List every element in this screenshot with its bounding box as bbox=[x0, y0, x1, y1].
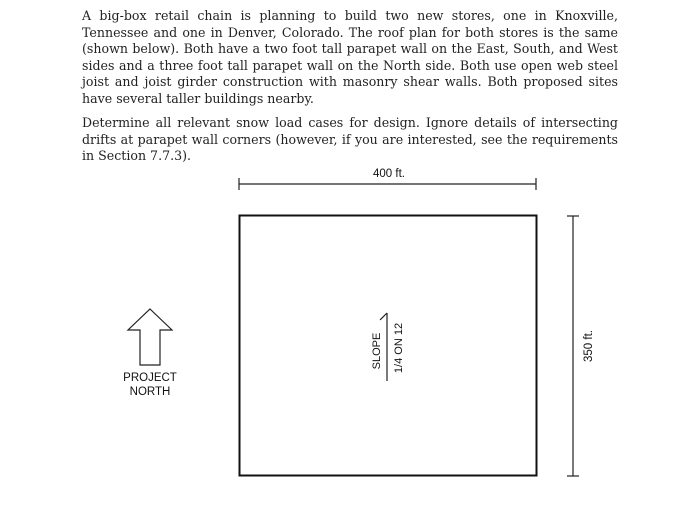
project-north: PROJECT NORTH bbox=[123, 308, 177, 398]
height-dimension-label: 350 ft. bbox=[583, 330, 595, 362]
width-dimension-label: 400 ft. bbox=[373, 168, 405, 180]
slope-label: SLOPE bbox=[371, 333, 383, 370]
slope-value: 1/4 ON 12 bbox=[393, 323, 405, 373]
north-arrow-icon bbox=[126, 308, 174, 366]
north-label-line1: PROJECT bbox=[123, 372, 177, 384]
width-dimension: 400 ft. bbox=[238, 168, 537, 190]
roof-plan-figure: 400 ft. 350 ft. SLOPE 1/4 ON 12 PROJECT … bbox=[123, 168, 595, 477]
height-dimension: 350 ft. bbox=[567, 215, 595, 477]
roof-outline bbox=[238, 214, 538, 477]
north-label-line2: NORTH bbox=[130, 386, 171, 398]
slope-indicator: SLOPE 1/4 ON 12 bbox=[371, 312, 405, 381]
slope-arrow-head-icon bbox=[379, 312, 388, 321]
